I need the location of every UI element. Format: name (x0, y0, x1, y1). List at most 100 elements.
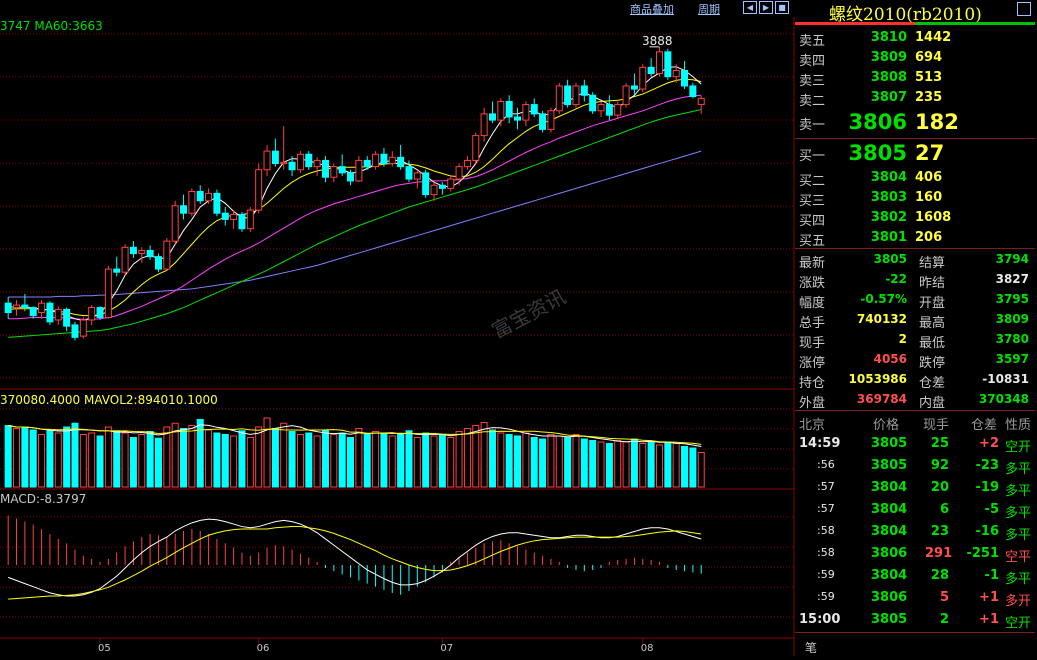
volume-bar (413, 437, 421, 488)
candle-body (104, 268, 112, 318)
candle-body (422, 172, 430, 196)
candle-body (129, 246, 137, 255)
trade-oi-change: -16 (975, 524, 1000, 539)
stat-row: 现手 2 最低 3780 (795, 330, 1035, 351)
x-tick-label: 05 (98, 643, 111, 654)
candle-body (564, 85, 572, 106)
candle-body (697, 97, 705, 106)
trade-nature: 空开 (1005, 616, 1032, 631)
candle-body (363, 159, 371, 168)
candle-body (338, 166, 346, 174)
candle-body (138, 249, 146, 255)
overlay-link[interactable]: 商品叠加 (630, 1, 674, 17)
candle-body (296, 153, 304, 171)
trade-nature: 多平 (1005, 572, 1032, 587)
volume-bar (505, 434, 513, 488)
stat-label: 持仓 (799, 376, 826, 391)
candle-body (88, 307, 96, 321)
trade-nature: 多平 (1005, 462, 1032, 477)
volume-bar (438, 434, 446, 488)
stat-value: 3827 (995, 272, 1029, 286)
ask-row: 卖五 3810 1442 (795, 28, 1035, 49)
volume-bar (71, 422, 79, 488)
candle-body (630, 85, 638, 90)
trade-price: 3805 (871, 612, 908, 627)
volume-bar (363, 434, 371, 488)
volume-bar (580, 438, 588, 488)
trade-oi-change: -5 (984, 502, 999, 517)
stat-label: 幅度 (799, 296, 826, 311)
trade-time: :58 (817, 546, 835, 559)
stat-value: -0.57% (860, 292, 907, 306)
volume-bar (138, 434, 146, 488)
bid-volume: 27 (915, 141, 945, 165)
trades-header-cell: 现手 (923, 418, 950, 433)
trade-price: 3805 (871, 436, 908, 451)
volume-bar (21, 426, 29, 488)
volume-bar (547, 434, 555, 488)
volume-bar (154, 437, 162, 488)
ask-row: 卖三 3808 513 (795, 68, 1035, 89)
candle-body (38, 302, 46, 314)
bid-volume: 160 (915, 190, 943, 205)
volume-bar (597, 441, 605, 488)
trade-row: :57 3804 20 -19 多平 (795, 477, 1035, 499)
candle-body (113, 268, 121, 273)
window-toggle-icon[interactable] (1017, 2, 1031, 16)
candle-body (238, 213, 246, 230)
candle-body (255, 169, 263, 211)
bid-row: 买二 3804 406 (795, 168, 1035, 189)
stat-label: 仓差 (919, 376, 946, 391)
trades-header-cell: 性质 (1005, 418, 1032, 433)
bid-price: 3801 (870, 230, 907, 245)
candle-body (230, 213, 238, 220)
trade-row: :56 3805 92 -23 多平 (795, 455, 1035, 477)
volume-bar (347, 437, 355, 488)
divider (795, 138, 1035, 139)
trade-price: 3805 (871, 458, 908, 473)
volume-bar (355, 428, 363, 488)
candle-body (647, 66, 655, 75)
volume-bar (589, 440, 597, 488)
stat-label: 涨跌 (799, 276, 826, 291)
volume-bar (447, 437, 455, 488)
stat-label: 最新 (799, 256, 826, 271)
volume-bar (146, 431, 154, 488)
bid-price: 3803 (870, 190, 907, 205)
candle-body (405, 166, 413, 180)
volume-bar (622, 441, 630, 488)
nav-left-icon[interactable]: ◀ (743, 1, 757, 14)
ask-price: 3807 (870, 90, 907, 105)
volume-bar (96, 435, 104, 488)
stat-row: 幅度 -0.57% 开盘 3795 (795, 290, 1035, 311)
trade-row: :59 3804 28 -1 多平 (795, 565, 1035, 587)
macd-dif-line (8, 518, 702, 597)
trade-nature: 多平 (1005, 484, 1032, 499)
stat-label: 现手 (799, 336, 826, 351)
nav-expand-icon[interactable]: ■ (775, 1, 789, 14)
trade-oi-change: +2 (979, 436, 999, 451)
candle-body (614, 104, 622, 116)
ma-magenta-line (8, 94, 702, 320)
ask-price: 3806 (848, 110, 907, 134)
trade-volume: 23 (930, 524, 949, 539)
chart-area[interactable]: 05 06 07 08 (0, 17, 795, 656)
ask-row: 卖二 3807 235 (795, 88, 1035, 109)
bid-volume: 206 (915, 230, 943, 245)
volume-bar (330, 434, 338, 488)
nav-right-icon[interactable]: ▶ (759, 1, 773, 14)
ask-volume: 182 (915, 110, 959, 134)
bid-price: 3802 (870, 210, 907, 225)
candle-body (672, 69, 680, 78)
volume-bar (514, 435, 522, 488)
ask-label: 卖四 (799, 54, 826, 69)
period-link[interactable]: 周期 (698, 1, 720, 17)
trade-row: 14:59 3805 25 +2 空开 (795, 433, 1035, 455)
volume-bar (288, 431, 296, 488)
tab-trades[interactable]: 笔 (805, 639, 817, 656)
ask-price: 3809 (870, 50, 907, 65)
stat-value: -22 (885, 272, 907, 286)
candle-body (171, 205, 179, 242)
trades-header-cell: 仓差 (971, 418, 998, 433)
trade-volume: 5 (939, 590, 949, 605)
